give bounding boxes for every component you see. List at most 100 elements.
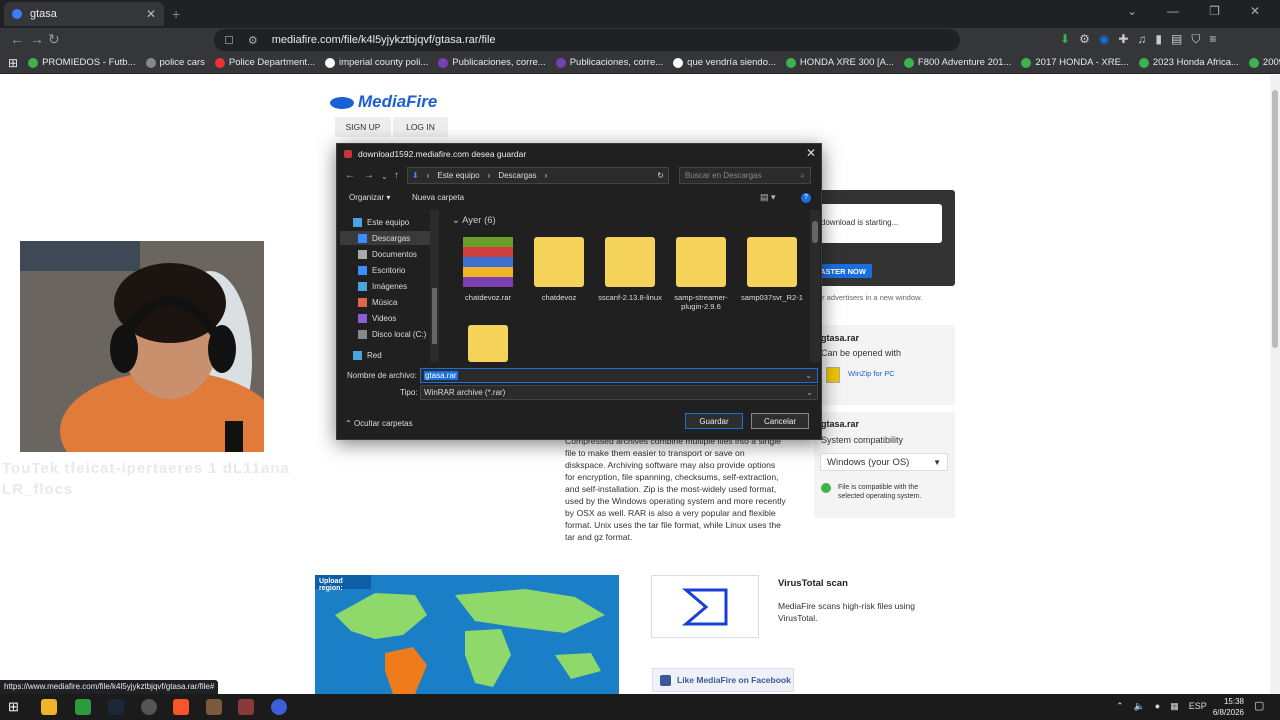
dialog-address-bar[interactable]: ⬇ › Este equipo › Descargas › ↻	[407, 167, 669, 184]
music-icon[interactable]: ♫	[1137, 32, 1146, 47]
facebook-like-button[interactable]: Like MediaFire on Facebook	[652, 668, 794, 692]
up-folder-icon[interactable]: ↑	[394, 170, 399, 181]
mediafire-logo-icon	[330, 96, 354, 109]
dialog-close-icon[interactable]: ✕	[806, 146, 816, 160]
breadcrumb-item[interactable]: Descargas	[498, 171, 536, 180]
gta-icon[interactable]	[206, 699, 222, 715]
bookmark-item[interactable]: Publicaciones, corre...	[555, 57, 663, 68]
bookmark-item[interactable]: 2009 Honda CRF45...	[1248, 57, 1280, 68]
extension-icon[interactable]: ⚙	[1079, 32, 1090, 47]
back-icon[interactable]: ←	[10, 31, 24, 47]
back-icon[interactable]: ←	[345, 170, 355, 181]
bookmark-item[interactable]: F800 Adventure 201...	[903, 57, 1011, 68]
apps-icon[interactable]: ⊞	[8, 56, 18, 70]
close-tab-icon[interactable]: ✕	[146, 7, 156, 21]
restore-icon[interactable]: ❐	[1209, 4, 1220, 18]
filetype-select[interactable]: WinRAR archive (*.rar) ⌄	[420, 385, 818, 400]
samp-icon[interactable]	[238, 699, 254, 715]
extension-icon[interactable]: ⬇	[1060, 32, 1070, 47]
bookmark-item[interactable]: 2023 Honda Africa...	[1138, 57, 1239, 68]
nav-scrollbar-thumb[interactable]	[432, 288, 437, 344]
refresh-icon[interactable]: ↻	[657, 171, 664, 180]
bookmark-icon[interactable]: ☐	[224, 34, 234, 47]
tab-title: gtasa	[30, 8, 57, 20]
bookmark-item[interactable]: Police Department...	[214, 57, 315, 68]
chevron-up-icon[interactable]: ⌃	[1116, 701, 1124, 712]
filename-input[interactable]: gtasa.rar ⌄	[420, 368, 818, 383]
app-icon[interactable]	[141, 699, 157, 715]
speaker-icon[interactable]: 🔈	[1134, 701, 1145, 712]
breadcrumb-item[interactable]: Este equipo	[437, 171, 479, 180]
drive-icon	[358, 329, 367, 339]
new-tab-icon[interactable]: +	[172, 6, 180, 22]
forward-icon[interactable]: →	[364, 170, 374, 181]
sidebar-icon[interactable]: ▮	[1155, 32, 1162, 47]
extension-icon[interactable]: ◉	[1099, 32, 1109, 47]
save-button[interactable]: Guardar	[685, 413, 743, 429]
winzip-link[interactable]: WinZip for PC	[848, 369, 895, 378]
signup-button[interactable]: SIGN UP	[335, 117, 391, 137]
pictures-icon	[358, 281, 367, 291]
minimize-icon[interactable]: —	[1167, 4, 1179, 18]
menu-icon[interactable]: ≡	[1209, 32, 1216, 47]
bookmark-item[interactable]: Publicaciones, corre...	[438, 57, 546, 68]
compatibility-label: System compatibility	[821, 435, 904, 445]
organize-button[interactable]: Organizar ▾	[349, 193, 390, 202]
music-icon	[358, 297, 367, 307]
bookmark-item[interactable]: police cars	[145, 57, 205, 68]
steam-icon[interactable]	[108, 699, 124, 715]
brave-icon[interactable]	[173, 699, 189, 715]
os-select[interactable]: Windows (your OS) ▼	[820, 453, 948, 471]
file-item[interactable]: chatdevoz.rar	[455, 237, 521, 302]
app-icon[interactable]	[271, 699, 287, 715]
folder-item[interactable]: samp037svr_R2-1	[739, 237, 805, 302]
bookmark-item[interactable]: que vendría siendo...	[673, 57, 776, 68]
puzzle-icon[interactable]: ✚	[1118, 32, 1128, 47]
login-button[interactable]: LOG IN	[393, 117, 448, 137]
chevron-down-icon: ⌄	[806, 388, 813, 397]
virustotal-logo	[651, 575, 759, 638]
download-faster-button[interactable]: ASTER NOW	[814, 264, 872, 278]
folder-item[interactable]: samp-streamer-plugin-2.9.6	[668, 237, 734, 311]
notifications-icon[interactable]: ▢	[1254, 699, 1270, 715]
mediafire-logo[interactable]: MediaFire	[330, 92, 437, 112]
chevron-down-icon[interactable]: ⌄	[804, 371, 813, 380]
reload-icon[interactable]: ↻	[48, 31, 60, 48]
site-settings-icon[interactable]: ⚙	[248, 34, 258, 47]
extensions-area: ⬇ ⚙ ◉ ✚ ♫ ▮ ▤ ⛉ ≡	[1060, 32, 1216, 47]
shield-icon[interactable]: ⛉	[1191, 32, 1200, 47]
chevron-down-icon[interactable]: ⌄	[1127, 4, 1137, 18]
page-scrollbar-thumb[interactable]	[1272, 90, 1278, 348]
taskbar-clock[interactable]: 15:38 6/8/2026	[1200, 696, 1244, 718]
bookmark-item[interactable]: PROMIEDOS - Futb...	[28, 57, 136, 68]
xbox-icon[interactable]	[75, 699, 91, 715]
close-window-icon[interactable]: ✕	[1250, 4, 1260, 18]
recent-locations-icon[interactable]: ⌄	[381, 172, 388, 181]
cancel-button[interactable]: Cancelar	[751, 413, 809, 429]
bookmark-item[interactable]: 2017 HONDA - XRE...	[1021, 57, 1129, 68]
folder-item[interactable]: sscanf-2.13.8-linux	[597, 237, 663, 302]
new-folder-button[interactable]: Nueva carpeta	[412, 193, 464, 202]
file-list-scrollbar-thumb[interactable]	[812, 221, 818, 243]
hide-folders-toggle[interactable]: ⌃ Ocultar carpetas	[345, 419, 413, 428]
view-options-icon[interactable]: ▤ ▾	[760, 192, 776, 203]
forward-icon[interactable]: →	[30, 31, 44, 47]
bookmark-item[interactable]: imperial county poli...	[325, 57, 428, 68]
file-explorer-icon[interactable]	[41, 699, 57, 715]
folder-item[interactable]	[455, 325, 521, 362]
folder-icon	[468, 325, 508, 362]
upload-region-map	[315, 575, 619, 694]
videos-icon	[358, 313, 367, 323]
windows-start-icon[interactable]: ⊞	[8, 699, 24, 715]
download-folder-icon: ⬇	[412, 171, 419, 180]
help-icon[interactable]: ?	[801, 193, 811, 203]
tab-gtasa[interactable]: gtasa ✕	[4, 2, 164, 26]
network-icon[interactable]: ▦	[1170, 701, 1179, 712]
computer-icon	[353, 217, 362, 227]
folder-item[interactable]: chatdevoz	[526, 237, 592, 302]
bookmark-item[interactable]: HONDA XRE 300 [A...	[785, 57, 894, 68]
dialog-search-input[interactable]: Buscar en Descargas ⌕	[679, 167, 811, 184]
wallet-icon[interactable]: ▤	[1171, 32, 1182, 47]
address-bar[interactable]: ☐ ⚙ mediafire.com/file/k4l5yjykztbjqvf/g…	[214, 29, 960, 51]
microphone-icon[interactable]: ●	[1155, 701, 1160, 712]
